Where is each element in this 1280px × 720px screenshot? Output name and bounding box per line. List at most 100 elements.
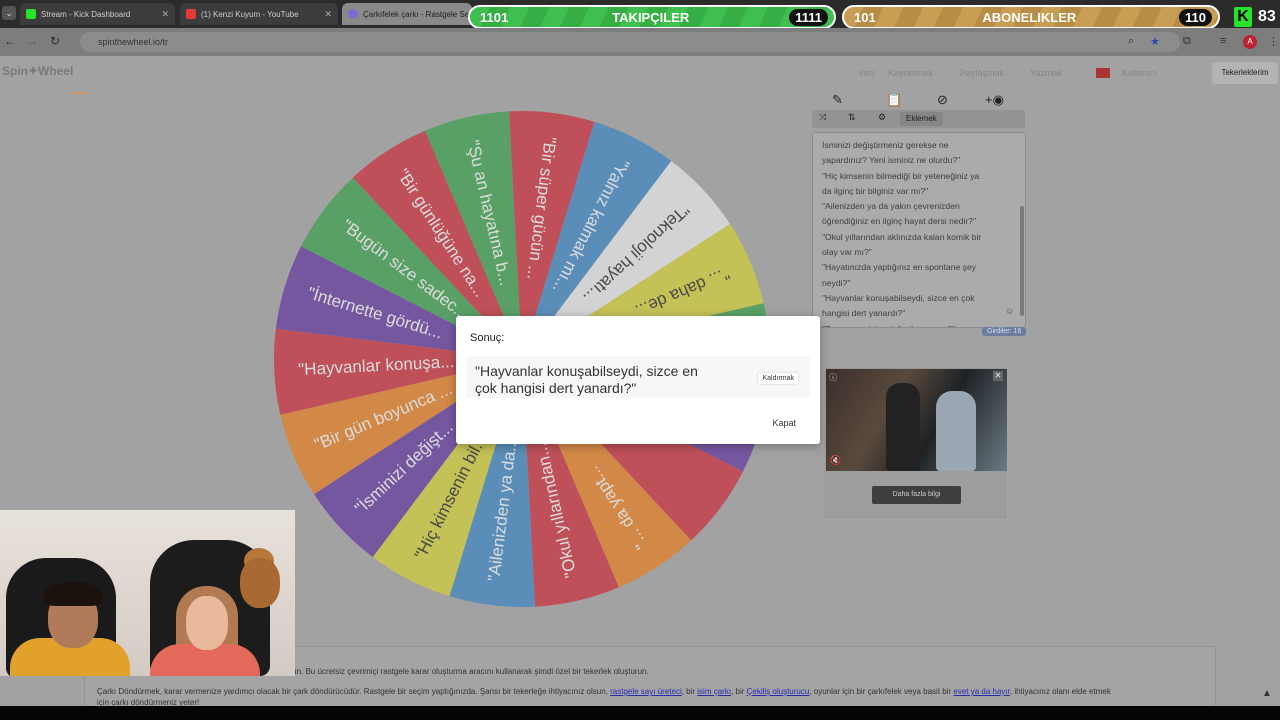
random-number-link[interactable]: rastgele sayı üreteci [610, 687, 682, 696]
entry-line: "Hayvanlar konuşabilseydi, sizce en çok [822, 292, 975, 303]
bottom-black-bar [0, 706, 1280, 720]
ad-info-icon[interactable]: ⓘ [829, 372, 837, 383]
entry-line: hangisi dert yanardı?" [822, 308, 906, 319]
entries-count-badge: Girdiler: 16 [982, 327, 1027, 336]
webcam-overlay [0, 510, 295, 676]
entry-line: da ilginç bir bilginiz var mı?" [822, 185, 929, 196]
address-bar[interactable]: spinthewheel.io/tr [80, 32, 1180, 52]
description-text: , oyunlar için bir çarkıfelek veya basit… [809, 687, 954, 696]
youtube-favicon-icon [186, 9, 196, 19]
url-text: spinthewheel.io/tr [98, 37, 169, 47]
close-button[interactable]: Kapat [772, 418, 796, 428]
clipboard-icon[interactable]: 📋 [886, 92, 902, 108]
tab-label: Çarkıfelek çarkı - Rastgele Seç [363, 9, 472, 19]
bookmark-star-icon[interactable]: ★ [1150, 35, 1160, 48]
entries-scrollbar[interactable] [1020, 206, 1024, 316]
followers-start: 1101 [480, 9, 509, 25]
nav-write[interactable]: Yazmak [1030, 68, 1062, 78]
pencil-icon[interactable]: ✎ [832, 92, 843, 108]
tab-spinthewheel[interactable]: Çarkıfelek çarkı - Rastgele Seç [342, 3, 472, 25]
entry-line: "Okul yıllarından aklınızda kalan komik … [822, 231, 982, 242]
description-text: , bir [681, 687, 698, 696]
emoji-icon[interactable]: ☺ [1005, 306, 1014, 316]
my-wheels-button[interactable]: Tekerleklerim [1212, 62, 1278, 84]
tab-label: Stream - Kick Dashboard [41, 9, 131, 19]
entry-line: İsminizi değiştirmeniz gerekse ne [822, 140, 949, 150]
settings-icon[interactable]: ⚙ [878, 112, 886, 123]
subscribers-goal: 110 [1179, 8, 1212, 26]
menu-icon[interactable]: ⋮ [1268, 35, 1279, 48]
forward-arrow-icon[interactable]: → [26, 34, 38, 48]
followers-goal-bar: 1101 TAKIPÇILER 1111 [468, 5, 836, 29]
reload-icon[interactable]: ↻ [50, 34, 60, 48]
streamer-1 [44, 582, 102, 606]
ad-person [886, 383, 920, 471]
screen: { "browser": { "tabs": [ {"label": "Stre… [0, 0, 1280, 720]
kick-count: 83 [1258, 8, 1276, 25]
close-tab-icon[interactable]: ✕ [318, 9, 332, 20]
kick-viewer-count: K 83 [1234, 6, 1280, 28]
tab-kick-dashboard[interactable]: Stream - Kick Dashboard ✕ [20, 3, 175, 25]
turkey-flag-icon[interactable] [1096, 68, 1110, 78]
add-entry-button[interactable]: Eklemek [900, 112, 943, 126]
media-icon[interactable]: ≡ [1220, 35, 1226, 47]
description-line-1: ürün. Bu ücretsiz çevrimiçi rastgele kar… [285, 667, 649, 676]
ad-learn-more-button[interactable]: Daha fazla bilgi [872, 486, 961, 504]
description-text: , bir [731, 687, 747, 696]
browser-toolbar: ← → ↻ spinthewheel.io/tr ⌕ ★ ⧉ ≡ ⋮ [0, 28, 1280, 56]
kick-favicon-icon [26, 9, 36, 19]
remove-button[interactable]: Kaldırmak [758, 373, 798, 384]
result-text: "Hayvanlar konuşabilseydi, sizce en çok … [475, 363, 698, 396]
entry-line: yapardınız? Yeni isminiz ne olurdu?" [822, 155, 961, 166]
entries-textarea[interactable]: İsminizi değiştirmeniz gerekse ne yapardı… [812, 132, 1026, 328]
subscribers-label: ABONELIKLER [982, 9, 1077, 25]
result-dialog: Sonuç: "Hayvanlar konuşabilseydi, sizce … [456, 316, 820, 444]
tab-list-chevron-icon[interactable]: ⌄ [2, 6, 16, 20]
entry-line: "Hayatınızda yaptığınız en spontane şey [822, 262, 977, 273]
tab-youtube[interactable]: (1) Kenzi Kuyum - YouTube ✕ [180, 3, 338, 25]
shuffle-icon[interactable]: ⤨ [819, 112, 826, 123]
ad-close-icon[interactable]: ✕ [993, 371, 1003, 381]
close-tab-icon[interactable]: ✕ [155, 9, 169, 20]
tab-label: (1) Kenzi Kuyum - YouTube [201, 9, 299, 19]
name-wheel-link[interactable]: isim çarkı [697, 687, 731, 696]
back-arrow-icon[interactable]: ← [4, 34, 16, 48]
subscribers-start: 101 [854, 9, 876, 25]
followers-goal: 1111 [789, 8, 828, 26]
profile-avatar[interactable]: A [1243, 35, 1257, 49]
subscribers-goal-bar: 101 ABONELIKLER 110 [842, 5, 1220, 29]
teddy-bear [240, 558, 280, 608]
advertisement[interactable]: ⓘ 🔇 ✕ Daha fazla bilgi [825, 368, 1007, 518]
spinthewheel-favicon-icon [348, 9, 358, 19]
nav-new[interactable]: Yeni [858, 68, 875, 78]
ad-video[interactable]: ⓘ 🔇 [826, 369, 1007, 471]
kick-logo-icon: K [1234, 7, 1252, 27]
add-color-icon[interactable]: +◉ [985, 92, 1004, 108]
streamer-2 [186, 596, 228, 650]
sort-icon[interactable]: ⇅ [848, 112, 856, 123]
entries-toolbar: ⤨ ⇅ ⚙ Eklemek [812, 110, 1025, 128]
ad-person [936, 391, 976, 471]
nav-share[interactable]: Paylaşmak [960, 68, 1004, 78]
extensions-icon[interactable]: ⧉ [1183, 35, 1191, 48]
entry-line: "Hiç kimsenin bilmediği bir yeteneğiniz … [822, 170, 980, 181]
entry-line: olay var mı?" [822, 247, 872, 258]
logo-underline [70, 92, 90, 94]
entry-line: neydi?" [822, 277, 851, 288]
entry-line: "Ailenizden ya da yakın çevrenizden [822, 201, 960, 212]
nav-user[interactable]: Kullanıcı [1122, 68, 1157, 78]
yes-no-link[interactable]: evet ya da hayır [953, 687, 1009, 696]
entry-line: öğrendiğiniz en ilginç hayat dersi nedir… [822, 216, 977, 227]
description-line-2: Çarkı Döndürmek, karar vermenize yardımc… [97, 687, 1111, 696]
description-text: Çarkı Döndürmek, karar vermenize yardımc… [97, 687, 611, 696]
followers-label: TAKIPÇILER [612, 9, 690, 25]
site-logo[interactable]: Spin✦Wheel [2, 64, 73, 78]
scroll-top-icon[interactable]: ▲ [1262, 688, 1272, 699]
eye-off-icon[interactable]: ⊘ [937, 92, 948, 108]
giveaway-link[interactable]: Çekiliş oluşturucu [747, 687, 810, 696]
mute-icon[interactable]: 🔇 [830, 455, 841, 466]
description-text: , ihtiyacınız olanı elde etmek [1009, 687, 1111, 696]
zoom-icon[interactable]: ⌕ [1128, 35, 1134, 48]
result-title: Sonuç: [470, 332, 505, 344]
nav-save[interactable]: Kaydetmek [888, 68, 933, 78]
